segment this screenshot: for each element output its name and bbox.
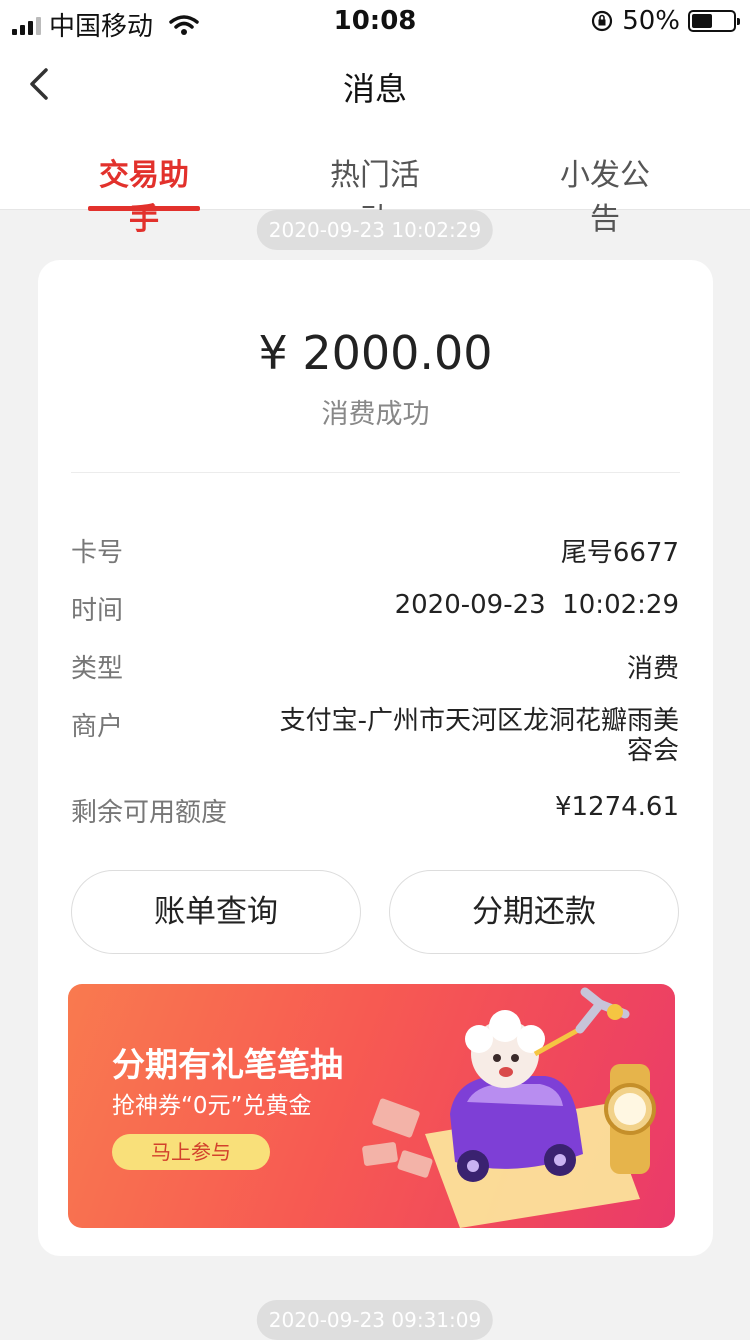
battery-percent: 50% [622,6,680,36]
installment-repay-button[interactable]: 分期还款 [389,870,679,954]
message-timestamp: 2020-09-23 09:31:09 [256,1300,494,1340]
tab-trade-assistant[interactable]: 交易助手 [88,150,200,238]
status-bar: 中国移动 10:08 50% [0,0,750,42]
transaction-amount: ¥ 2000.00 [258,326,493,380]
detail-value: 消费 [626,654,679,684]
page-title: 消息 [342,70,407,108]
detail-label: 卡号 [71,538,124,568]
transaction-status: 消费成功 [321,399,430,430]
promo-illustration [362,987,656,1228]
rotation-lock-icon [592,10,613,32]
detail-label: 商户 [71,712,124,742]
detail-label: 类型 [71,654,124,684]
battery-icon [688,10,740,32]
tab-bar: 交易助手 热门活动 小发公告 [0,128,750,237]
join-now-button[interactable]: 马上参与 [112,1134,270,1170]
detail-value: 2020-09-23 10:02:29 [394,590,679,620]
transaction-card[interactable]: ¥ 2000.00 消费成功 卡号 尾号6677 时间 2020-09-23 1… [38,260,713,1256]
tab-announcements[interactable]: 小发公告 [548,150,662,238]
message-timestamp: 2020-09-23 10:02:29 [256,210,494,250]
nav-bar: 消息 [0,40,750,128]
promo-banner[interactable]: 分期有礼笔笔抽 抢神券“0元”兑黄金 马上参与 [68,984,675,1228]
detail-label: 剩余可用额度 [71,798,228,828]
bill-query-button[interactable]: 账单查询 [71,870,361,954]
active-tab-indicator [88,206,200,211]
detail-label: 时间 [71,596,124,626]
detail-value: 尾号6677 [560,538,679,568]
detail-value: ¥1274.61 [554,792,679,822]
banner-subtitle: 抢神券“0元”兑黄金 [112,1093,312,1119]
banner-title: 分期有礼笔笔抽 [112,1045,343,1084]
detail-value: 支付宝-广州市天河区龙洞花瓣雨美容会 [279,706,679,766]
divider [71,472,680,473]
